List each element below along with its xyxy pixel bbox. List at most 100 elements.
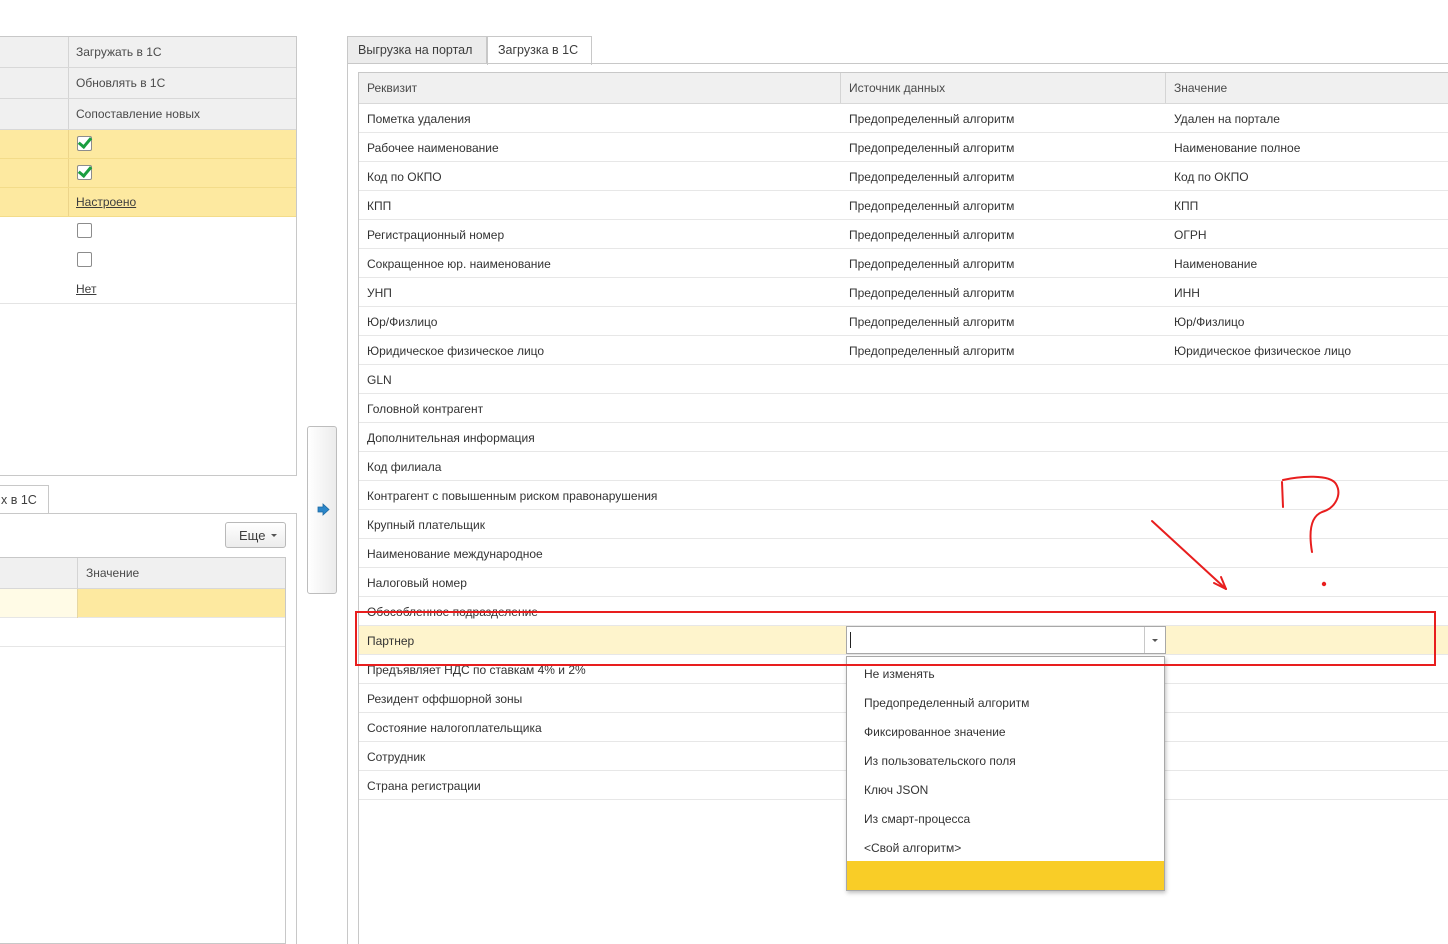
cell-attribute: Крупный плательщик (367, 518, 485, 532)
table-row[interactable]: Наименование международное (359, 539, 1448, 568)
settings-checkbox[interactable] (77, 136, 92, 151)
more-button-label: Еще (239, 528, 266, 543)
cell-attribute: КПП (367, 199, 392, 213)
table-row[interactable]: Рабочее наименование Предопределенный алг… (359, 133, 1448, 162)
column-header-attribute[interactable]: Реквизит (367, 81, 417, 95)
cell-attribute: Головной контрагент (367, 402, 484, 416)
settings-checkbox[interactable] (77, 165, 92, 180)
settings-checkbox[interactable] (77, 252, 92, 267)
cell-attribute: Страна регистрации (367, 779, 481, 793)
cell-value: ИНН (1174, 286, 1200, 300)
cell-value: Наименование (1174, 257, 1258, 271)
cell-attribute: Резидент оффшорной зоны (367, 692, 523, 706)
column-header-value: Значение (86, 566, 140, 580)
settings-row: Обновлять в 1С (0, 68, 296, 99)
column-divider (68, 188, 69, 216)
cell-source: Предопределенный алгоритм (849, 257, 1015, 271)
column-divider (840, 73, 841, 103)
cell-attribute: Регистрационный номер (367, 228, 505, 242)
table-row[interactable]: Юридическое физическое лицо Предопределен… (359, 336, 1448, 365)
table-row[interactable]: Головной контрагент (359, 394, 1448, 423)
table-row[interactable]: УНП Предопределенный алгоритм ИНН (359, 278, 1448, 307)
cell-source: Предопределенный алгоритм (849, 112, 1015, 126)
cell-value: Код по ОКПО (1174, 170, 1249, 184)
row-divider (0, 303, 296, 304)
settings-value-row: Настроено (0, 188, 296, 217)
settings-link[interactable]: Настроено (76, 195, 136, 209)
settings-row-label: Загружать в 1С (76, 45, 162, 59)
table-row[interactable]: Сокращенное юр. наименование Предопределе… (359, 249, 1448, 278)
dropdown-option[interactable] (847, 861, 1164, 890)
column-header-value[interactable]: Значение (1174, 81, 1227, 95)
dropdown-option[interactable]: Из пользовательского поля (847, 745, 1164, 774)
column-divider (68, 37, 69, 67)
settings-checkbox[interactable] (77, 223, 92, 238)
cell-value: Юридическое физическое лицо (1174, 344, 1352, 358)
cell-attribute: Рабочее наименование (367, 141, 499, 155)
column-divider (68, 68, 69, 98)
table-row[interactable]: Крупный плательщик (359, 510, 1448, 539)
source-dropdown-list: Не изменять Предопределенный алгоритм Фикс… (846, 656, 1165, 891)
settings-row-label: Обновлять в 1С (76, 76, 166, 90)
annotation-highlight-box (355, 611, 1436, 666)
cell-value: Удален на портале (1174, 112, 1280, 126)
cell-source: Предопределенный алгоритм (849, 199, 1015, 213)
column-divider (68, 99, 69, 129)
cell-attribute: Дополнительная информация (367, 431, 535, 445)
table-row[interactable]: КПП Предопределенный алгоритм КПП (359, 191, 1448, 220)
column-divider (68, 130, 69, 158)
tab-upload-to-portal[interactable]: Выгрузка на портал (347, 36, 487, 64)
column-divider (1165, 73, 1166, 103)
dropdown-option[interactable]: Ключ JSON (847, 774, 1164, 803)
chevron-down-icon (271, 534, 277, 537)
left-lower-table: Значение (0, 557, 286, 944)
column-divider (77, 558, 78, 589)
table-row[interactable]: Регистрационный номер Предопределенный ал… (359, 220, 1448, 249)
settings-row-label: Сопоставление новых (76, 107, 200, 121)
column-divider (68, 159, 69, 187)
cell-attribute: УНП (367, 286, 392, 300)
table-row[interactable]: Код по ОКПО Предопределенный алгоритм Код … (359, 162, 1448, 191)
move-right-button[interactable] (307, 426, 337, 594)
settings-row: Сопоставление новых (0, 99, 296, 130)
left-settings-panel: Загружать в 1С Обновлять в 1С Сопоставлени… (0, 36, 297, 476)
cell-attribute: Сокращенное юр. наименование (367, 257, 551, 271)
dropdown-option[interactable]: Из смарт-процесса (847, 803, 1164, 832)
cell-value: Наименование полное (1174, 141, 1301, 155)
cell-attribute: Контрагент с повышенным риском правонару… (367, 489, 658, 503)
tab-load-to-1c[interactable]: Загрузка в 1С (487, 36, 592, 65)
table-row[interactable]: Контрагент с повышенным риском правонару… (359, 481, 1448, 510)
dropdown-option[interactable]: <Свой алгоритм> (847, 832, 1164, 861)
cell-source: Предопределенный алгоритм (849, 141, 1015, 155)
column-header-source[interactable]: Источник данных (849, 81, 945, 95)
more-button[interactable]: Еще (225, 522, 286, 548)
table-row[interactable]: Налоговый номер (359, 568, 1448, 597)
table-header: Значение (0, 558, 285, 589)
table-row[interactable] (0, 589, 285, 618)
cell-value: КПП (1174, 199, 1199, 213)
cell-attribute: Код филиала (367, 460, 442, 474)
cell-attribute: Сотрудник (367, 750, 426, 764)
table-header: Реквизит Источник данных Значение (359, 73, 1448, 104)
table-row[interactable] (0, 618, 285, 647)
cell-attribute: Налоговый номер (367, 576, 467, 590)
arrow-right-icon (317, 503, 330, 516)
table-row[interactable]: Код филиала (359, 452, 1448, 481)
cell-source: Предопределенный алгоритм (849, 286, 1015, 300)
settings-value-row (0, 246, 296, 275)
table-row[interactable]: Юр/Физлицо Предопределенный алгоритм Юр/Фи… (359, 307, 1448, 336)
table-row[interactable]: Дополнительная информация (359, 423, 1448, 452)
table-row[interactable]: GLN (359, 365, 1448, 394)
settings-value-row: Нет (0, 275, 296, 304)
table-row[interactable]: Пометка удаления Предопределенный алгорит… (359, 104, 1448, 133)
settings-value-row (0, 130, 296, 159)
dropdown-option[interactable]: Фиксированное значение (847, 716, 1164, 745)
settings-link[interactable]: Нет (76, 282, 96, 296)
cell-attribute: GLN (367, 373, 392, 387)
tab-load-to-1c-left[interactable]: х в 1С (0, 485, 49, 514)
dropdown-option[interactable]: Предопределенный алгоритм (847, 687, 1164, 716)
settings-row: Загружать в 1С (0, 37, 296, 68)
cell-attribute: Код по ОКПО (367, 170, 442, 184)
table-cell-selected[interactable] (78, 589, 285, 617)
cell-attribute: Состояние налогоплательщика (367, 721, 542, 735)
